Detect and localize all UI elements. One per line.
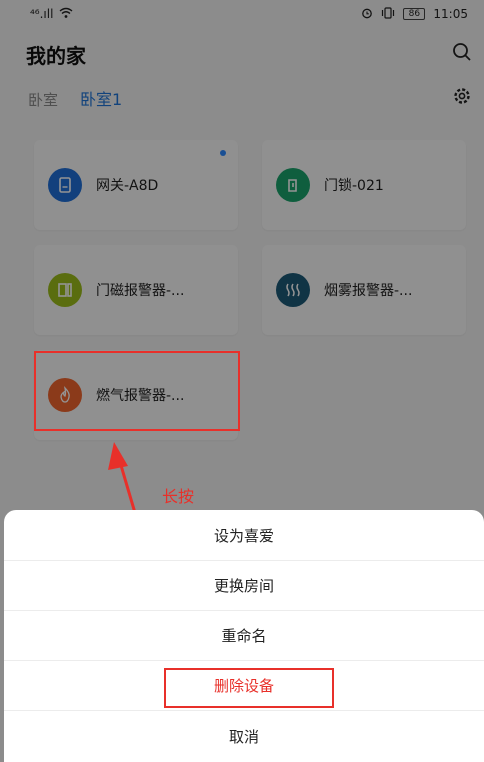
annotation-highlight-delete (164, 668, 334, 708)
change-room-button[interactable]: 更换房间 (4, 560, 484, 611)
annotation-highlight-device (34, 351, 240, 431)
app-screen: ⁴⁶.ıll 86 11:05 我的家 卧室 卧室1 网关-A8D 门锁-021… (0, 0, 484, 762)
action-sheet: 设为喜爱 更换房间 重命名 删除设备 取消 (4, 510, 484, 762)
cancel-button[interactable]: 取消 (4, 710, 484, 762)
set-favorite-button[interactable]: 设为喜爱 (4, 510, 484, 561)
annotation-label: 长按 (162, 487, 195, 506)
rename-button[interactable]: 重命名 (4, 610, 484, 661)
